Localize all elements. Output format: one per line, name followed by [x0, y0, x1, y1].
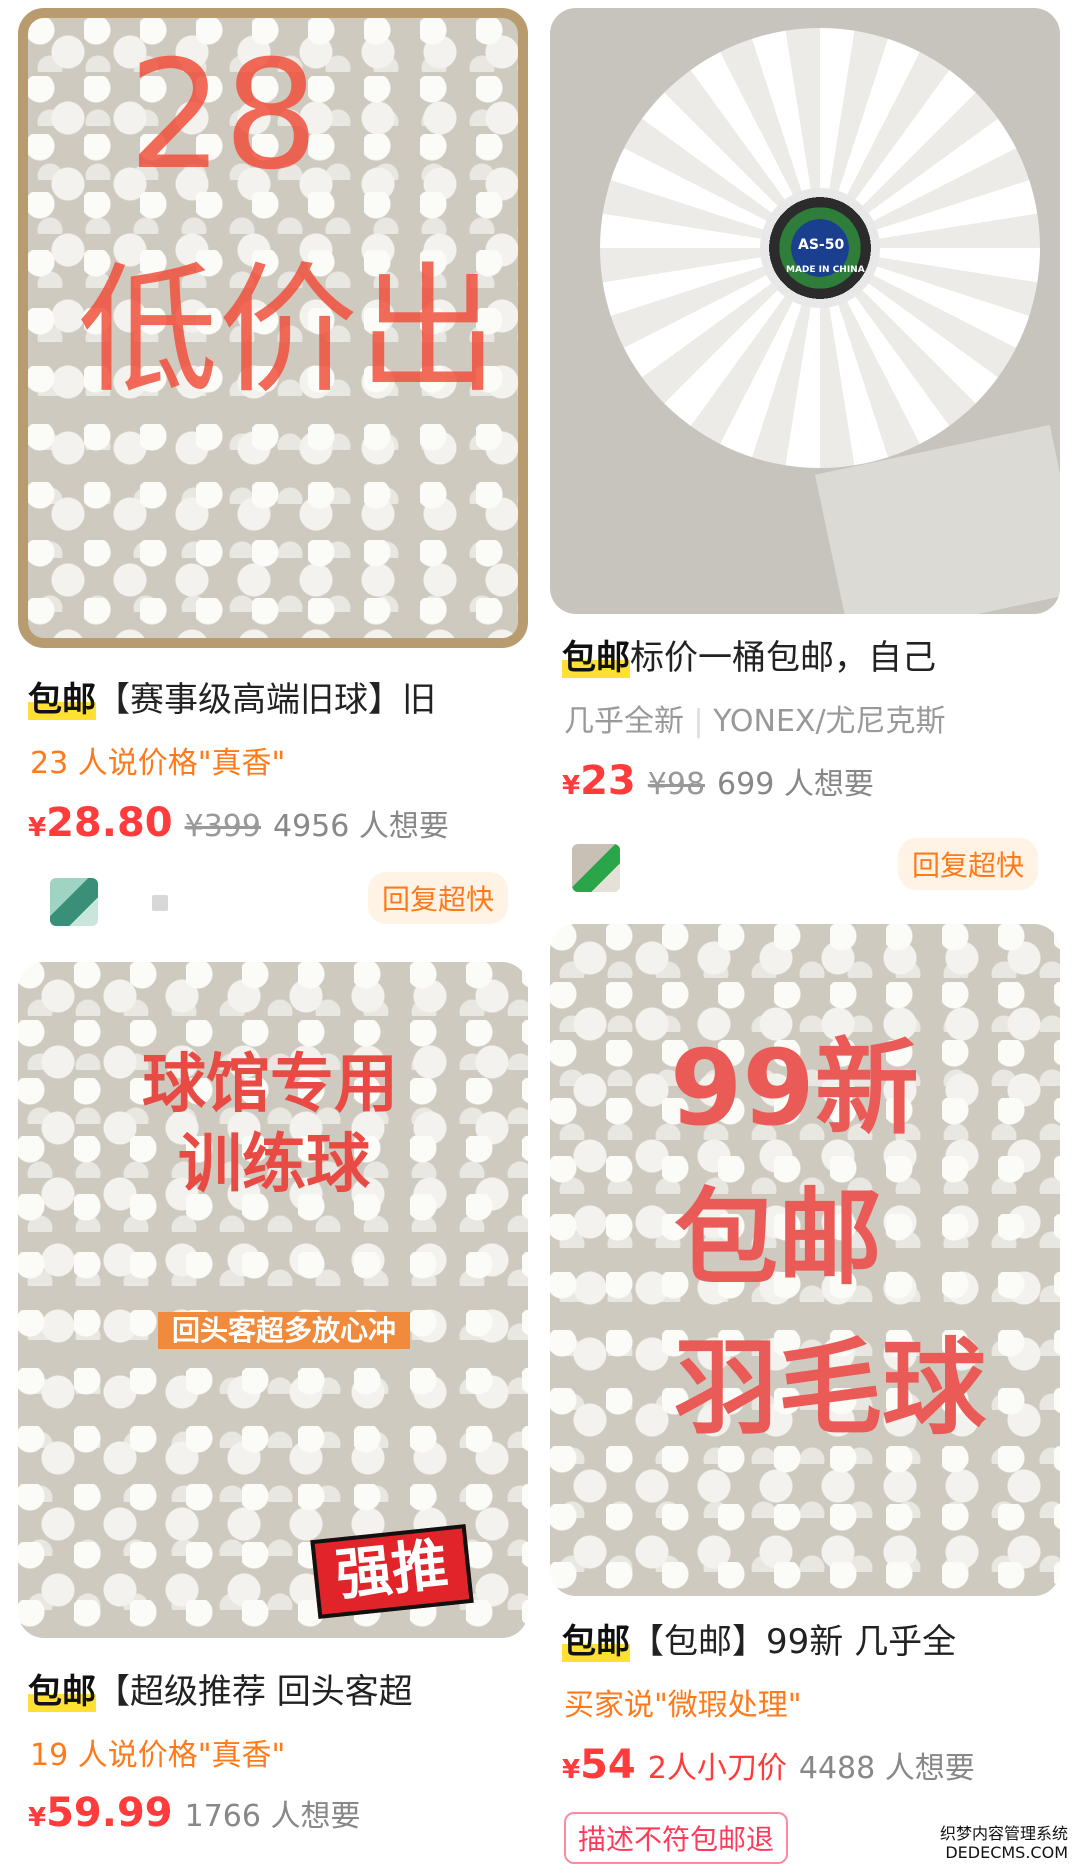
price: ¥23	[562, 758, 636, 804]
haggle-tag: 2人小刀价	[647, 1751, 787, 1786]
price-row: ¥23 ¥98 699 人想要	[562, 758, 874, 804]
image-overlay-subtitle: 训练球	[178, 1128, 370, 1202]
separator: |	[693, 704, 704, 739]
product-title-4[interactable]: 包邮【包邮】99新 几乎全	[562, 1614, 1062, 1663]
fast-reply-chip: 回复超快	[898, 838, 1039, 890]
product-image-4[interactable]: 99新 包邮 羽毛球	[550, 924, 1060, 1596]
product-title-3[interactable]: 包邮【超级推荐 回头客超	[28, 1664, 528, 1713]
product-title-text: 【超级推荐 回头客超	[96, 1672, 413, 1712]
product-title-text: 【包邮】99新 几乎全	[630, 1622, 957, 1662]
fast-reply-chip: 回复超快	[368, 872, 509, 924]
want-count: 4488 人想要	[798, 1751, 975, 1786]
want-count: 4956 人想要	[272, 809, 449, 844]
original-price: ¥98	[647, 767, 706, 802]
price: ¥54	[562, 1742, 636, 1788]
product-image-1[interactable]: 28 低价出	[18, 8, 528, 648]
image-overlay-banner: 回头客超多放心冲	[158, 1312, 411, 1350]
product-title-2[interactable]: 包邮标价一桶包邮，自己	[562, 630, 1062, 679]
product-image-2[interactable]: AS-50 MADE IN CHINA	[550, 8, 1060, 614]
price: ¥28.80	[28, 800, 173, 846]
price-row: ¥28.80 ¥399 4956 人想要	[28, 800, 449, 846]
buyer-comment-line: 买家说"微瑕处理"	[564, 1688, 802, 1723]
image-overlay-product: 羽毛球	[674, 1327, 987, 1449]
return-policy-chip: 描述不符包邮退	[564, 1812, 789, 1864]
condition-brand-line: 几乎全新 | YONEX/尤尼克斯	[564, 696, 946, 740]
price-praise-line: 23 人说价格"真香"	[30, 746, 286, 781]
price-praise-line: 19 人说价格"真香"	[30, 1738, 286, 1773]
image-overlay-price: 28	[128, 29, 319, 203]
product-title-text: 标价一桶包邮，自己	[630, 638, 936, 678]
price-row: ¥59.99 1766 人想要	[28, 1790, 361, 1836]
cork-label: AS-50	[798, 237, 845, 253]
free-shipping-badge: 包邮	[28, 680, 96, 720]
brand-tag: YONEX/尤尼克斯	[713, 704, 946, 739]
want-count: 1766 人想要	[184, 1799, 361, 1834]
condition-tag: 几乎全新	[564, 704, 684, 739]
product-image-3[interactable]: 球馆专用 训练球 回头客超多放心冲 强推	[18, 962, 528, 1638]
image-overlay-shipping: 包邮	[674, 1177, 883, 1299]
free-shipping-badge: 包邮	[562, 1622, 630, 1662]
seller-badge-icon	[152, 895, 168, 911]
want-count: 699 人想要	[717, 767, 874, 802]
image-overlay-title: 球馆专用	[142, 1048, 398, 1122]
image-overlay-text: 低价出	[78, 250, 499, 413]
site-watermark: 织梦内容管理系统 DEDECMS.COM	[933, 1823, 1074, 1864]
recommend-stamp: 强推	[310, 1524, 474, 1619]
product-title-text: 【赛事级高端旧球】旧	[96, 680, 436, 720]
free-shipping-badge: 包邮	[28, 1672, 96, 1712]
price-row: ¥54 2人小刀价 4488 人想要	[562, 1742, 975, 1788]
product-title-1[interactable]: 包邮【赛事级高端旧球】旧	[28, 672, 528, 721]
free-shipping-badge: 包邮	[562, 638, 630, 678]
original-price: ¥399	[184, 809, 261, 844]
image-overlay-condition: 99新	[670, 1027, 919, 1149]
cork-sublabel: MADE IN CHINA	[786, 265, 865, 275]
price: ¥59.99	[28, 1790, 173, 1836]
seller-avatar[interactable]	[572, 844, 620, 892]
seller-avatar[interactable]	[50, 878, 98, 926]
